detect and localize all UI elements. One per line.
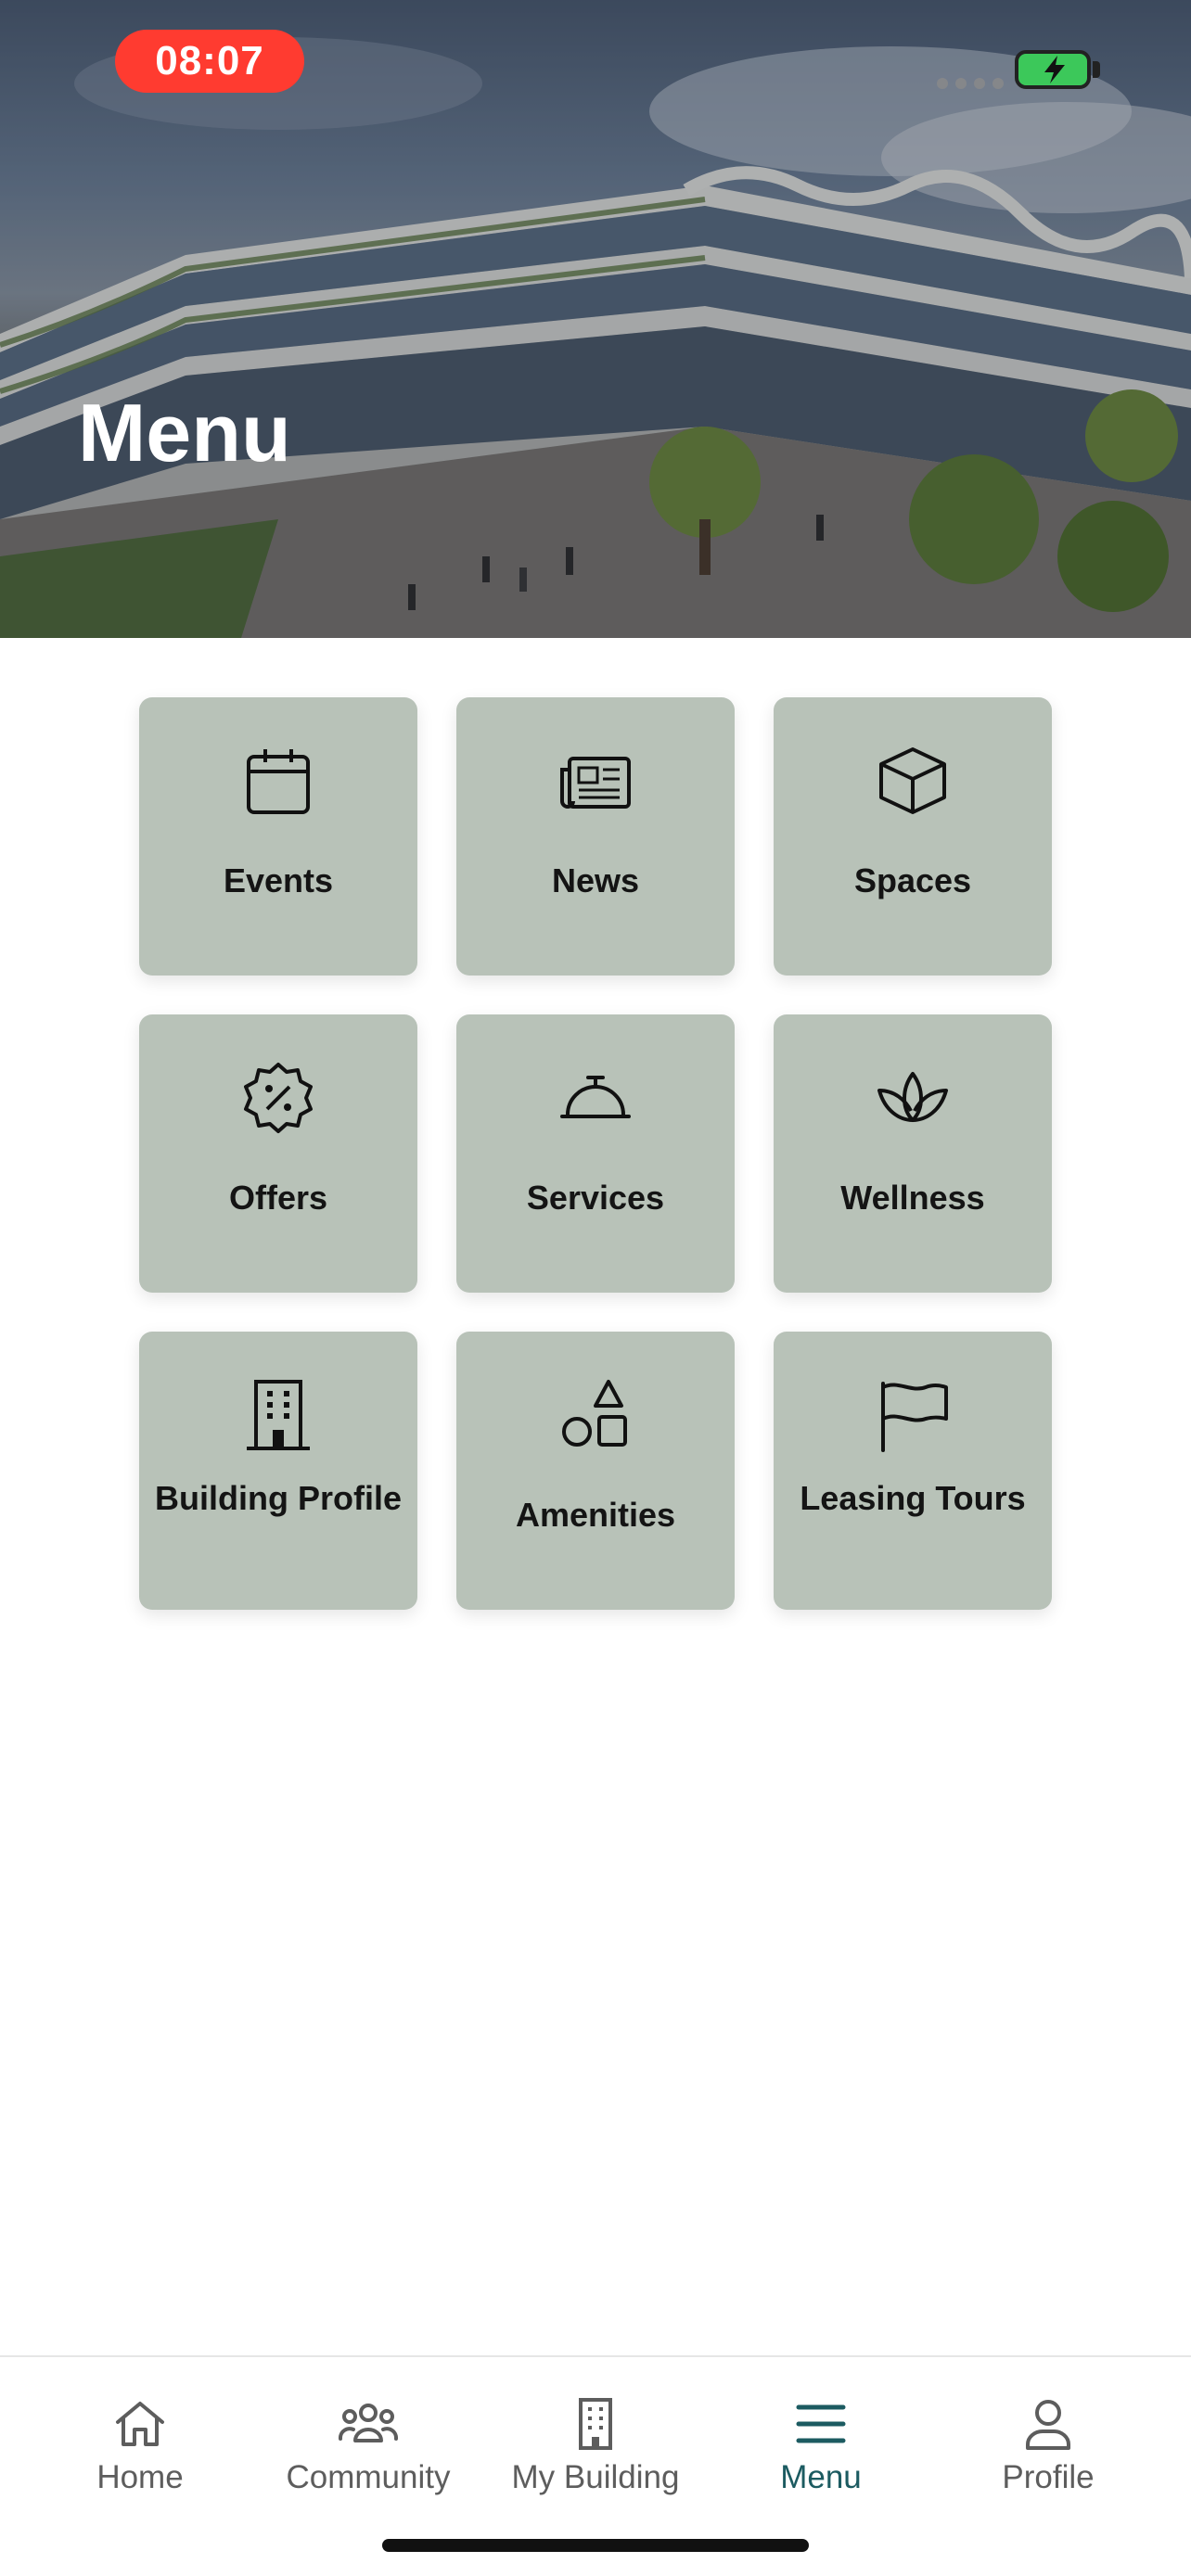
newspaper-icon	[560, 757, 631, 809]
cube-icon	[879, 747, 946, 814]
tile-building-profile[interactable]: Building Profile	[139, 1332, 417, 1610]
tile-label: Services	[526, 1179, 665, 1217]
tile-label: Leasing Tours	[800, 1479, 1026, 1517]
tile-amenities[interactable]: Amenities	[456, 1332, 735, 1610]
percent-badge-icon	[244, 1063, 313, 1133]
nav-label: Profile	[1002, 2459, 1095, 2495]
signal-icon	[937, 78, 1004, 89]
tile-label: Offers	[228, 1179, 328, 1217]
nav-label: Menu	[780, 2459, 862, 2495]
shapes-icon	[562, 1380, 627, 1447]
home-indicator[interactable]	[382, 2539, 809, 2552]
tile-offers[interactable]: Offers	[139, 1014, 417, 1293]
nav-label: My Building	[511, 2459, 680, 2495]
tile-label: News	[551, 861, 640, 899]
tile-label: Wellness	[840, 1179, 985, 1217]
tile-events[interactable]: Events	[139, 697, 417, 976]
menu-grid: Events News Spaces Offers Services Welln…	[139, 697, 1052, 1610]
battery-icon	[1015, 50, 1091, 89]
tile-label: Building Profile	[155, 1479, 402, 1517]
tile-label: Events	[223, 861, 334, 899]
status-time: 08:07	[115, 30, 304, 93]
profile-icon	[1026, 2400, 1070, 2450]
service-bell-icon	[560, 1076, 631, 1118]
lotus-icon	[877, 1072, 948, 1122]
nav-community[interactable]: Community	[257, 2394, 480, 2506]
battery-cap	[1093, 61, 1100, 78]
hero-overlay	[0, 0, 1191, 638]
tile-label: Amenities	[515, 1496, 676, 1534]
tile-wellness[interactable]: Wellness	[774, 1014, 1052, 1293]
nav-home[interactable]: Home	[29, 2394, 251, 2506]
building-icon	[247, 1380, 310, 1450]
page-title: Menu	[78, 387, 291, 478]
nav-profile[interactable]: Profile	[937, 2394, 1159, 2506]
tile-news[interactable]: News	[456, 697, 735, 976]
tile-services[interactable]: Services	[456, 1014, 735, 1293]
tile-leasing-tours[interactable]: Leasing Tours	[774, 1332, 1052, 1610]
tile-spaces[interactable]: Spaces	[774, 697, 1052, 976]
header-hero: 08:07 Menu	[0, 0, 1191, 638]
calendar-icon	[247, 749, 310, 814]
menu-icon	[796, 2404, 846, 2443]
nav-my-building[interactable]: My Building	[484, 2394, 707, 2506]
home-icon	[116, 2402, 164, 2446]
community-icon	[339, 2404, 398, 2442]
building-icon	[579, 2398, 612, 2450]
nav-menu[interactable]: Menu	[710, 2394, 932, 2506]
nav-label: Community	[286, 2459, 451, 2495]
flag-icon	[881, 1382, 948, 1452]
tile-label: Spaces	[853, 861, 972, 899]
nav-label: Home	[96, 2459, 184, 2495]
menu-screen: 08:07 Menu Events News Spaces Offers Ser…	[0, 0, 1191, 2576]
